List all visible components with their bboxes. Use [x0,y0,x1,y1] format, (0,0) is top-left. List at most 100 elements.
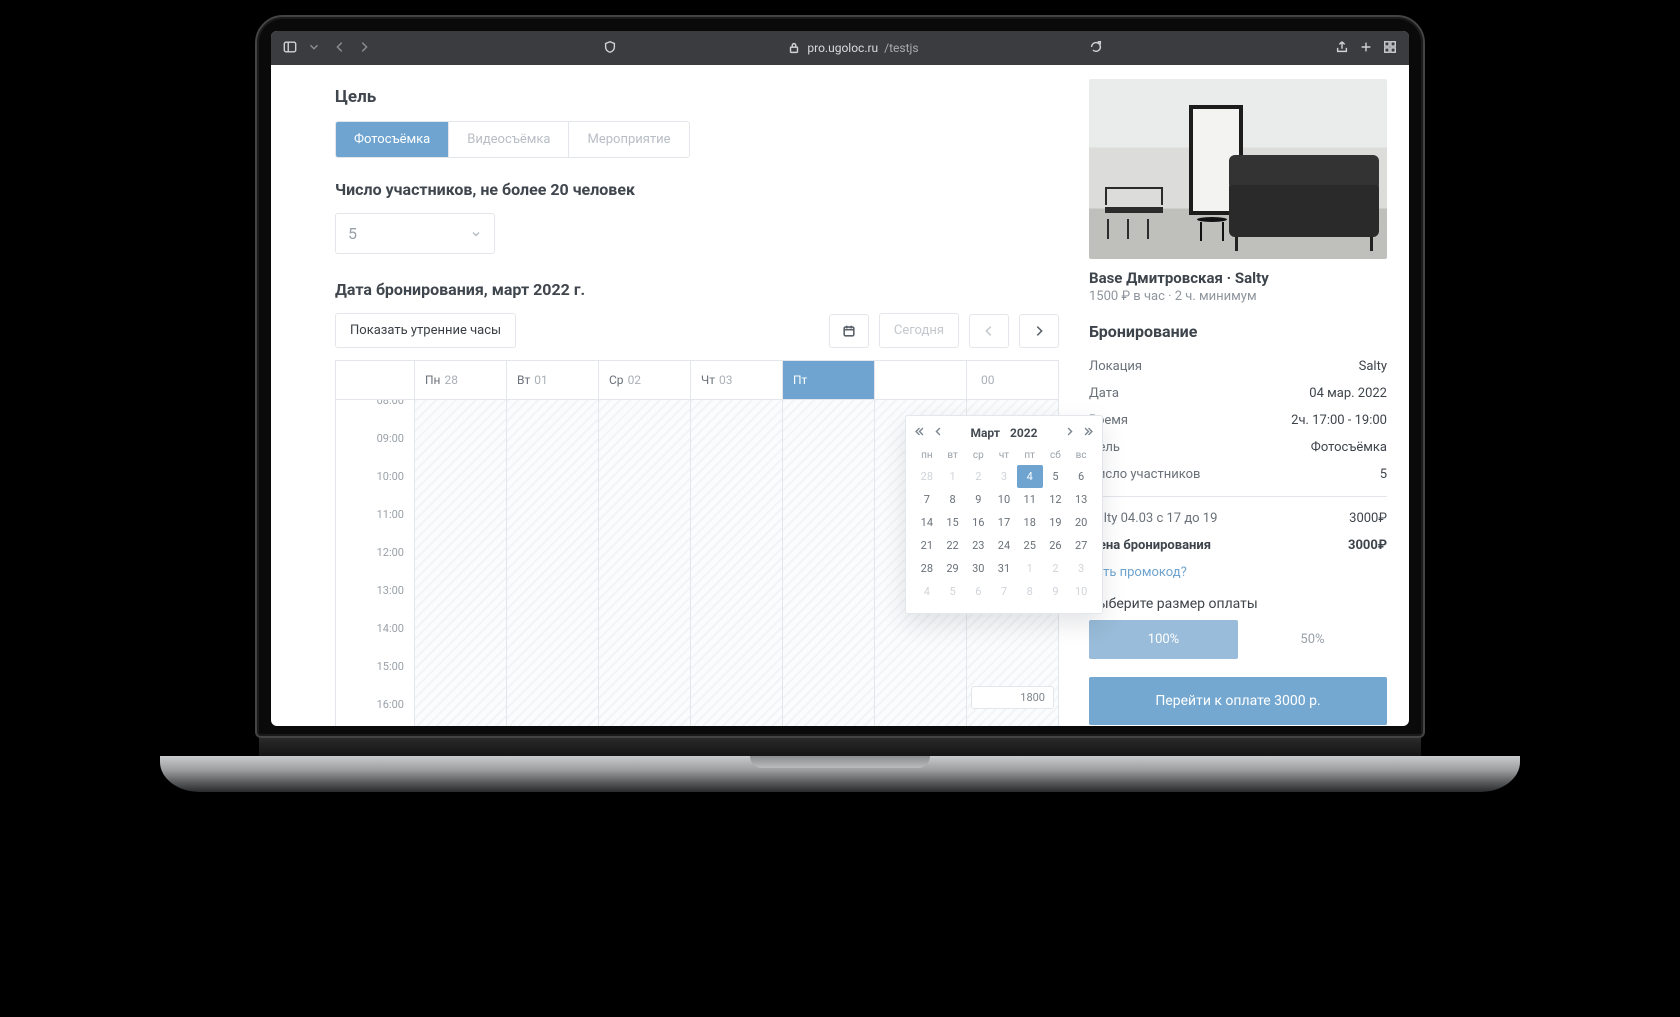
summary-row: Число участников5 [1089,461,1387,488]
date-cell[interactable]: 17 [991,511,1017,534]
purpose-tab[interactable]: Фотосъёмка [336,122,448,157]
date-cell[interactable]: 15 [940,511,966,534]
date-cell[interactable]: 18 [1017,511,1043,534]
prev-year-icon[interactable] [914,426,925,440]
date-cell[interactable]: 26 [1043,534,1069,557]
date-cell[interactable]: 25 [1017,534,1043,557]
date-cell[interactable]: 28 [914,557,940,580]
date-cell[interactable]: 16 [965,511,991,534]
line-item: Salty 04.03 с 17 до 19 3000₽ [1089,505,1387,532]
schedule-column[interactable] [598,400,690,726]
price-slot[interactable]: 1800 [971,686,1054,709]
date-cell[interactable]: 8 [1017,580,1043,603]
hour-label: 11:00 [336,508,414,546]
day-header[interactable]: Чт03 [690,361,782,399]
date-cell[interactable]: 28 [914,465,940,488]
dow-label: пт [1017,446,1043,465]
date-cell[interactable]: 14 [914,511,940,534]
date-cell[interactable]: 27 [1068,534,1094,557]
date-cell[interactable]: 7 [991,580,1017,603]
schedule-column[interactable] [782,400,874,726]
date-cell[interactable]: 9 [965,488,991,511]
date-cell[interactable]: 29 [940,557,966,580]
date-cell[interactable]: 2 [965,465,991,488]
sidebar-toggle-icon[interactable] [283,40,297,57]
date-cell[interactable]: 31 [991,557,1017,580]
back-icon[interactable] [333,40,347,57]
day-header[interactable]: 00 [966,361,1058,399]
pay-button[interactable]: Перейти к оплате 3000 р. [1089,677,1387,725]
date-cell[interactable]: 5 [940,580,966,603]
prev-month-icon[interactable] [933,426,944,440]
summary-row: Время2ч. 17:00 - 19:00 [1089,407,1387,434]
day-header[interactable]: Ср02 [598,361,690,399]
date-cell[interactable]: 3 [1068,557,1094,580]
tabs-grid-icon[interactable] [1383,40,1397,57]
payment-option[interactable]: 50% [1238,620,1387,659]
date-cell[interactable]: 9 [1043,580,1069,603]
month-picker: Март 2022 пнвтсрчтптсбвс 281234567891011… [905,415,1103,614]
dow-label: вс [1068,446,1094,465]
date-cell[interactable]: 30 [965,557,991,580]
prev-week-button[interactable] [969,314,1009,348]
chevron-left-icon [982,324,996,338]
date-cell[interactable]: 8 [940,488,966,511]
date-cell[interactable]: 1 [940,465,966,488]
date-cell[interactable]: 11 [1017,488,1043,511]
shield-icon[interactable] [603,40,617,57]
date-cell[interactable]: 19 [1043,511,1069,534]
chevron-down-icon[interactable] [307,40,321,57]
next-year-icon[interactable] [1083,426,1094,440]
schedule-column[interactable] [690,400,782,726]
date-cell[interactable]: 10 [1068,580,1094,603]
schedule-column[interactable] [506,400,598,726]
day-header[interactable] [874,361,966,399]
date-cell[interactable]: 20 [1068,511,1094,534]
hour-label: 16:00 [336,698,414,726]
purpose-tab[interactable]: Мероприятие [568,122,688,157]
date-cell[interactable]: 6 [965,580,991,603]
date-cell[interactable]: 3 [991,465,1017,488]
payment-option[interactable]: 100% [1089,620,1238,659]
date-cell[interactable]: 12 [1043,488,1069,511]
promo-link[interactable]: Есть промокод? [1089,559,1387,586]
date-cell[interactable]: 24 [991,534,1017,557]
date-cell[interactable]: 6 [1068,465,1094,488]
date-cell[interactable]: 23 [965,534,991,557]
date-picker-button[interactable] [829,314,869,348]
today-button[interactable]: Сегодня [879,313,959,348]
hour-label: 14:00 [336,622,414,660]
location-title: Base Дмитровская · Salty [1089,269,1387,287]
day-header[interactable]: Вт01 [506,361,598,399]
participants-select[interactable]: 5 [335,213,495,254]
date-cell[interactable]: 13 [1068,488,1094,511]
location-thumbnail [1089,79,1387,259]
day-header[interactable]: Пт [782,361,874,399]
forward-icon[interactable] [357,40,371,57]
reload-icon[interactable] [1089,40,1103,57]
share-icon[interactable] [1335,40,1349,57]
date-cell[interactable]: 4 [914,580,940,603]
day-header[interactable]: Пн28 [414,361,506,399]
date-cell[interactable]: 1 [1017,557,1043,580]
new-tab-icon[interactable] [1359,40,1373,57]
url-path: /testjs [884,41,918,55]
next-week-button[interactable] [1019,314,1059,348]
date-cell[interactable]: 22 [940,534,966,557]
summary-row: ЦельФотосъёмка [1089,434,1387,461]
show-morning-button[interactable]: Показать утренние часы [335,313,516,348]
schedule-column[interactable] [414,400,506,726]
calendar-icon [842,324,856,338]
payment-label: Выберите размер оплаты [1089,596,1387,612]
address-bar[interactable]: pro.ugoloc.ru/testjs [629,41,1077,55]
date-cell[interactable]: 10 [991,488,1017,511]
date-cell[interactable]: 7 [914,488,940,511]
date-cell[interactable]: 5 [1043,465,1069,488]
date-cell[interactable]: 4 [1017,465,1043,488]
purpose-tab[interactable]: Видеосъёмка [448,122,568,157]
next-month-icon[interactable] [1064,426,1075,440]
laptop-base [160,756,1520,792]
picker-year: 2022 [1010,426,1038,440]
date-cell[interactable]: 21 [914,534,940,557]
date-cell[interactable]: 2 [1043,557,1069,580]
